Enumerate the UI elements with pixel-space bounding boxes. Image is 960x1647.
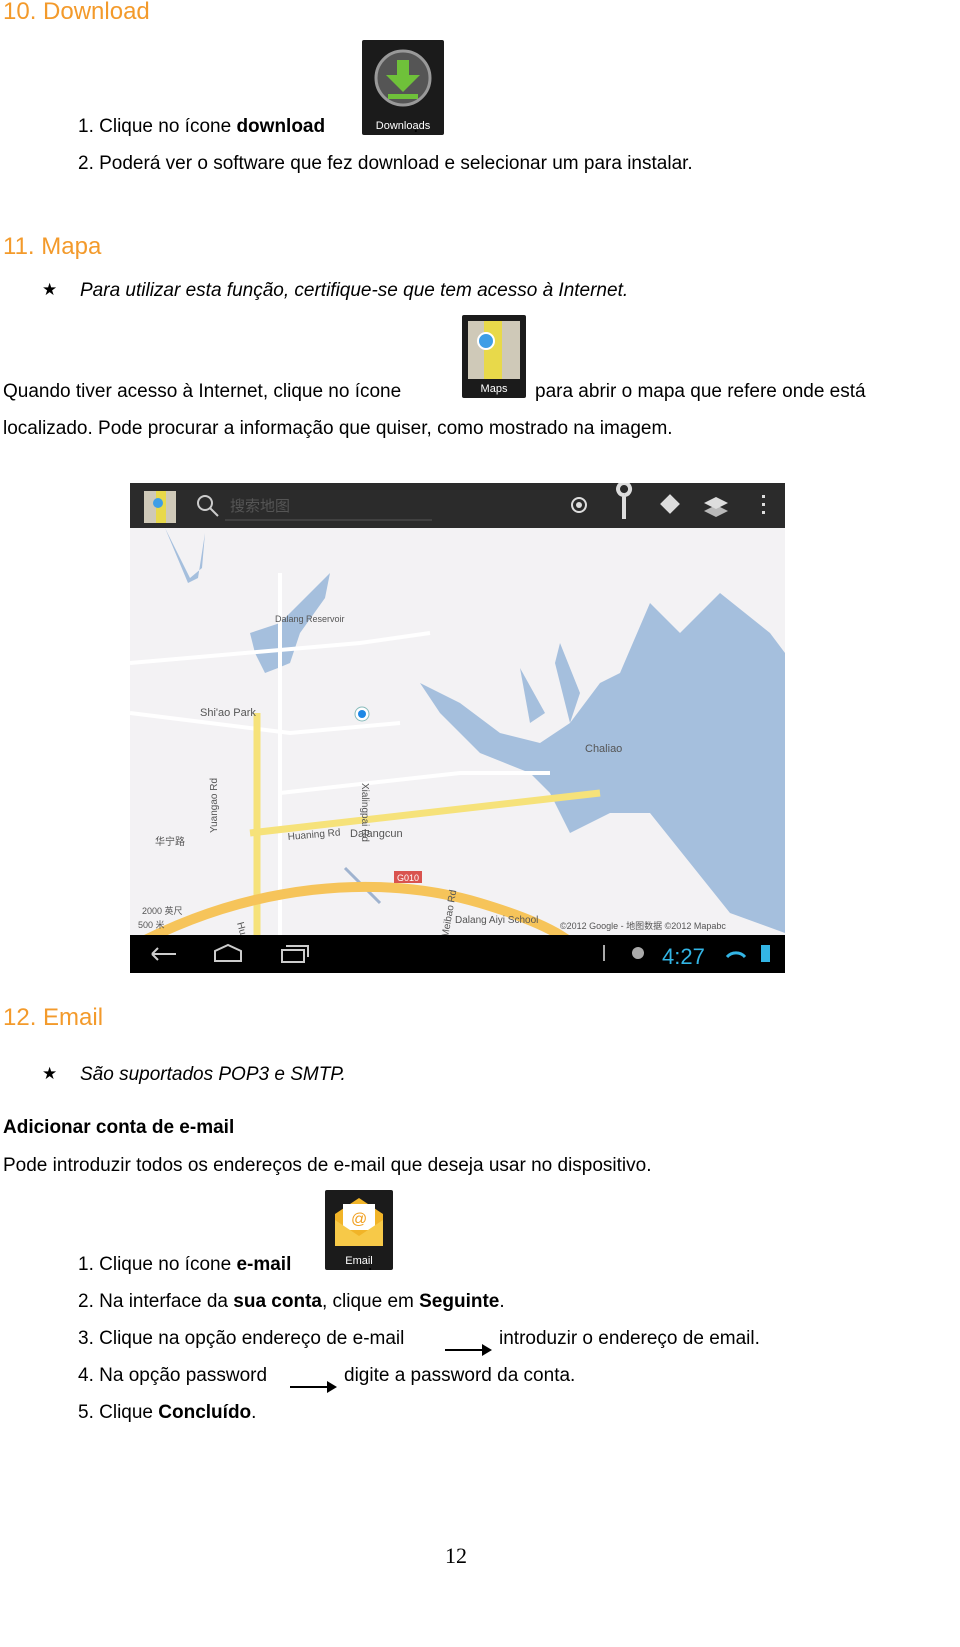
mapa-note: Para utilizar esta função, certifique-se… [80, 280, 629, 301]
maps-logo-icon[interactable] [144, 491, 176, 523]
download-step-2: 2. Poderá ver o software que fez downloa… [78, 153, 693, 174]
envelope-icon: @ [335, 1198, 383, 1246]
scale-bar: 500 米 [138, 919, 165, 930]
search-input[interactable]: 搜索地图 [230, 498, 290, 515]
email-step-4: 4. Na opção password [78, 1365, 268, 1386]
status-clock: 4:27 [662, 944, 705, 969]
map-label: Dalangcun [350, 828, 403, 840]
email-note: São suportados POP3 e SMTP. [80, 1064, 346, 1085]
map-label: Dalang Reservoir [275, 614, 345, 624]
battery-icon [761, 945, 770, 962]
notification-icon [632, 947, 644, 959]
heading-mapa: 11. Mapa [3, 233, 102, 260]
email-subheading: Adicionar conta de e-mail [3, 1117, 235, 1138]
map-fold-icon [468, 321, 520, 379]
svg-text:@: @ [351, 1211, 367, 1228]
email-step-3-cont: introduzir o endereço de email. [499, 1328, 760, 1349]
icon-label: Maps [480, 383, 508, 395]
map-label: Dalang Aiyi School [455, 915, 538, 926]
map-label: Yuangao Rd [209, 778, 220, 833]
page-number: 12 [445, 1543, 467, 1568]
heading-download: 10. Download [3, 0, 150, 25]
mapa-paragraph-2: localizado. Pode procurar a informação q… [3, 418, 673, 439]
map-copyright: ©2012 Google - 地图数据 ©2012 Mapabc [560, 920, 726, 931]
heading-email: 12. Email [3, 1004, 104, 1031]
download-step-1: 1. Clique no ícone download. [78, 116, 419, 137]
download-arrow-icon [374, 49, 432, 107]
email-intro: Pode introduzir todos os endereços de e-… [3, 1155, 652, 1176]
email-step-3: 3. Clique na opção endereço de e-mail [78, 1328, 405, 1349]
map-label: Chaliao [585, 743, 622, 755]
mapa-paragraph-1: Quando tiver acesso à Internet, clique n… [3, 381, 402, 402]
overflow-menu-icon[interactable] [762, 495, 765, 514]
star-bullet-icon: ★ [42, 1064, 58, 1083]
map-label: Xialingpai Rd [359, 783, 370, 842]
mapa-paragraph-1-cont: para abrir o mapa que refere onde está [535, 381, 866, 402]
email-step-5: 5. Clique Concluído. [78, 1402, 257, 1423]
map-label: G010 [397, 873, 419, 883]
map-label: Shi'ao Park [200, 707, 256, 719]
arrow-right-icon [290, 1381, 337, 1393]
document-page: 10. Download Downloads 1. Clique no ícon… [0, 0, 960, 1647]
email-step-2: 2. Na interface da sua conta, clique em … [78, 1291, 505, 1312]
top-bar [130, 483, 785, 528]
email-step-1: 1. Clique no ícone e-mail. [78, 1254, 373, 1275]
scale-bar: 2000 英尺 [142, 905, 183, 916]
arrow-right-icon [445, 1344, 492, 1356]
map-label: 华宁路 [155, 835, 185, 848]
email-step-4-cont: digite a password da conta. [344, 1365, 576, 1386]
star-bullet-icon: ★ [42, 280, 58, 299]
maps-app-icon: Maps [462, 315, 526, 398]
maps-screenshot: 搜索地图 Dalang Reservoir Shi'ao Park Chalia… [130, 483, 785, 973]
